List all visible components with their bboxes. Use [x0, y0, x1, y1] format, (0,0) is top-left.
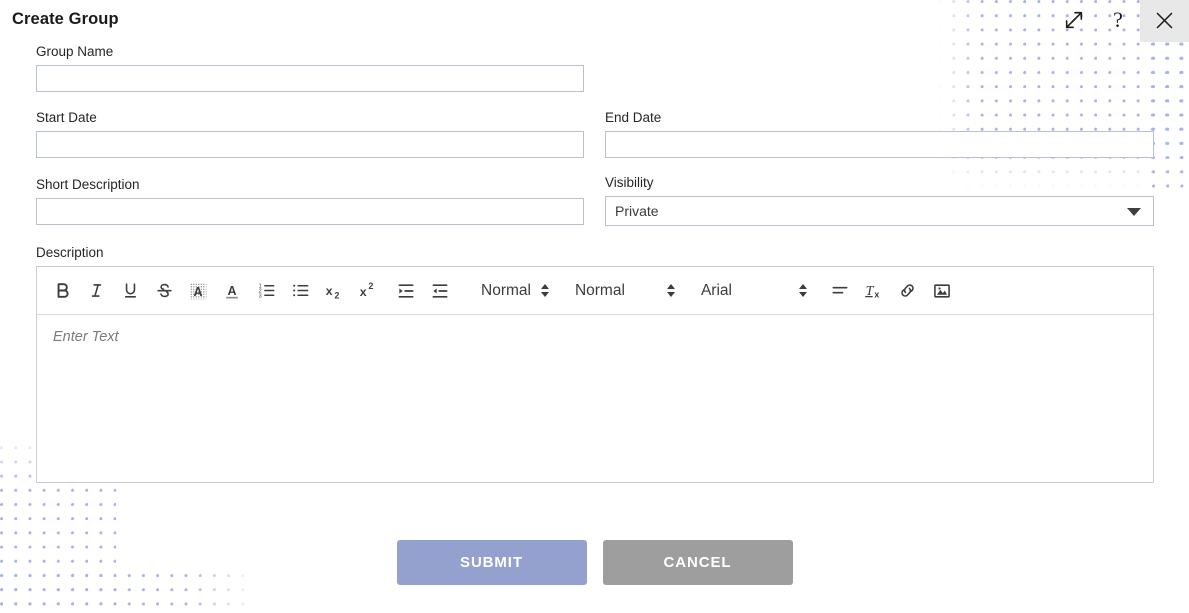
short-description-input[interactable] — [36, 198, 584, 225]
expand-icon — [1063, 9, 1085, 31]
svg-text:A: A — [227, 284, 236, 298]
window-controls: ? — [1052, 0, 1189, 42]
ordered-list-icon: 1 2 3 — [257, 281, 276, 300]
visibility-select[interactable]: Private — [606, 197, 1153, 225]
italic-button[interactable] — [79, 274, 113, 308]
group-name-input[interactable] — [36, 65, 584, 92]
unordered-list-button[interactable] — [283, 274, 317, 308]
svg-text:x: x — [325, 284, 332, 298]
indent-icon — [430, 281, 450, 301]
field-group-end-date: End Date — [605, 110, 1154, 158]
description-editor-body[interactable]: Enter Text — [37, 315, 1153, 482]
stepper-arrows-icon — [540, 284, 549, 297]
ordered-list-button[interactable]: 1 2 3 — [249, 274, 283, 308]
paragraph-style-select[interactable]: Normal — [481, 274, 549, 308]
create-group-dialog: Create Group ? Group Name Start Date End… — [0, 0, 1189, 613]
font-size-select[interactable]: Normal — [575, 274, 675, 308]
outdent-button[interactable] — [389, 274, 423, 308]
svg-text:x: x — [875, 290, 880, 300]
page-title: Create Group — [12, 10, 119, 28]
link-icon — [898, 281, 917, 300]
svg-text:x: x — [359, 285, 366, 299]
superscript-icon: x 2 — [358, 280, 379, 301]
strikethrough-icon — [155, 281, 174, 300]
close-button[interactable] — [1140, 0, 1189, 42]
subscript-button[interactable]: x 2 — [317, 274, 351, 308]
start-date-label: Start Date — [36, 110, 97, 125]
paragraph-style-value: Normal — [481, 281, 531, 299]
short-description-label: Short Description — [36, 177, 140, 192]
link-button[interactable] — [891, 274, 925, 308]
field-group-start-date: Start Date — [36, 110, 584, 158]
font-color-button[interactable]: A — [215, 274, 249, 308]
font-family-select[interactable]: Arial — [701, 274, 807, 308]
footer-actions: SUBMIT CANCEL — [0, 540, 1189, 585]
font-family-value: Arial — [700, 281, 732, 299]
start-date-input[interactable] — [36, 131, 584, 158]
editor-toolbar: A A 1 2 3 x 2 x 2 Normal Normal Arial T … — [37, 267, 1153, 315]
align-button[interactable] — [823, 274, 857, 308]
image-icon — [932, 281, 952, 301]
expand-button[interactable] — [1052, 0, 1096, 40]
stepper-arrows-icon — [798, 284, 807, 297]
highlight-color-button[interactable]: A — [181, 274, 215, 308]
font-color-icon: A — [222, 281, 242, 301]
close-icon — [1154, 10, 1175, 31]
rich-text-editor: A A 1 2 3 x 2 x 2 Normal Normal Arial T … — [36, 266, 1154, 483]
stepper-arrows-icon — [666, 284, 675, 297]
unordered-list-icon — [291, 281, 310, 300]
visibility-select-wrapper[interactable]: Private — [605, 196, 1154, 226]
help-icon: ? — [1113, 7, 1123, 32]
description-label: Description — [36, 245, 104, 260]
svg-text:A: A — [193, 285, 202, 299]
underline-icon — [121, 281, 140, 300]
clear-formatting-icon: T x — [863, 280, 884, 301]
field-group-visibility: Visibility Private — [605, 175, 1154, 226]
field-group-name: Group Name — [36, 44, 584, 92]
outdent-icon — [396, 281, 416, 301]
bold-button[interactable] — [45, 274, 79, 308]
underline-button[interactable] — [113, 274, 147, 308]
align-icon — [830, 281, 850, 301]
end-date-label: End Date — [605, 110, 662, 125]
submit-button[interactable]: SUBMIT — [396, 540, 587, 585]
visibility-label: Visibility — [605, 175, 654, 190]
subscript-icon: x 2 — [324, 280, 345, 301]
indent-button[interactable] — [423, 274, 457, 308]
help-button[interactable]: ? — [1096, 0, 1140, 40]
font-size-value: Normal — [574, 281, 625, 299]
superscript-button[interactable]: x 2 — [351, 274, 385, 308]
description-placeholder: Enter Text — [53, 329, 119, 345]
strikethrough-button[interactable] — [147, 274, 181, 308]
svg-text:2: 2 — [334, 290, 339, 300]
field-group-short-description: Short Description — [36, 177, 584, 225]
field-group-description: Description A A 1 2 3 x 2 x 2 Normal Nor… — [36, 245, 1154, 483]
highlight-color-icon: A — [188, 281, 208, 301]
svg-text:3: 3 — [258, 294, 261, 300]
clear-formatting-button[interactable]: T x — [857, 274, 891, 308]
italic-icon — [87, 281, 106, 300]
image-button[interactable] — [925, 274, 959, 308]
end-date-input[interactable] — [605, 131, 1154, 158]
bold-icon — [53, 281, 72, 300]
svg-text:2: 2 — [368, 281, 373, 291]
group-name-label: Group Name — [36, 44, 114, 59]
cancel-button[interactable]: CANCEL — [602, 540, 793, 585]
